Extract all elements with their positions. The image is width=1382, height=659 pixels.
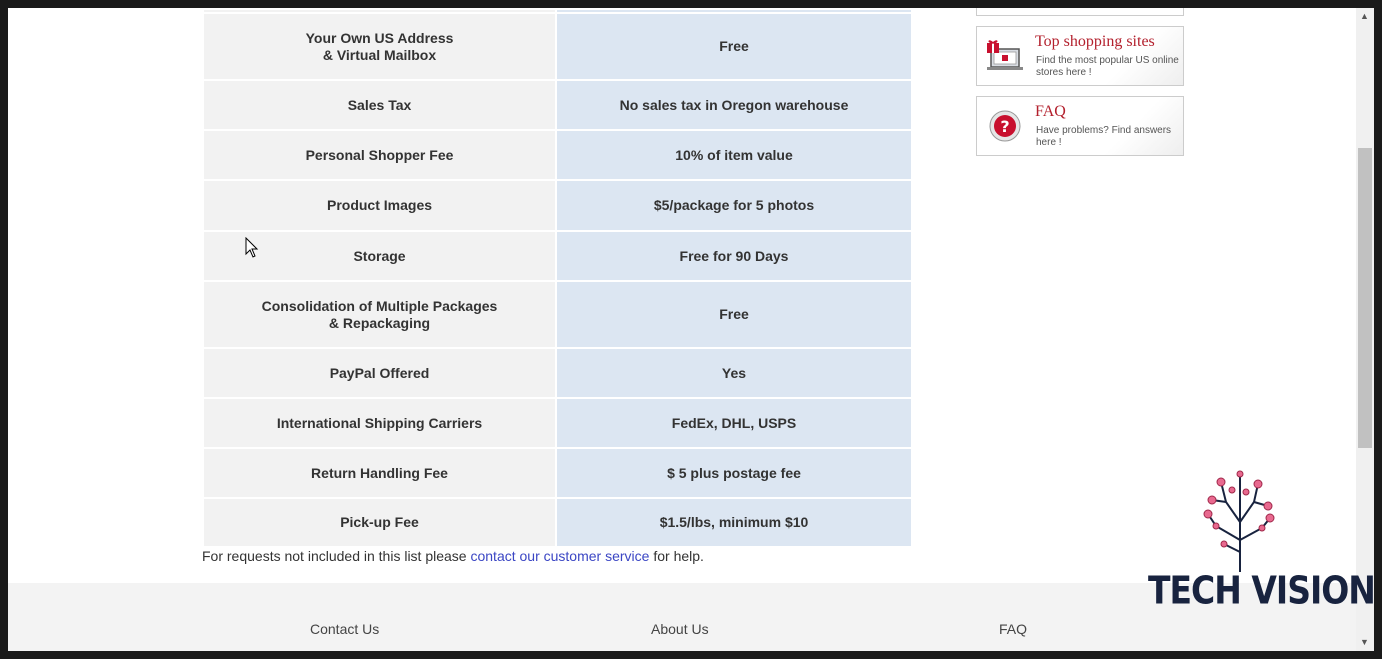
table-row: Storage Free for 90 Days	[202, 230, 913, 282]
row-label: Pick-up Fee	[202, 497, 557, 548]
row-label: Your Own US Address & Virtual Mailbox	[202, 12, 557, 81]
help-note: For requests not included in this list p…	[202, 548, 704, 564]
row-value: $ 5 plus postage fee	[555, 447, 913, 499]
table-row: Consolidation of Multiple Packages & Rep…	[202, 280, 913, 349]
row-value: $5/package for 5 photos	[555, 179, 913, 232]
row-label: Product Images	[202, 179, 557, 232]
fee-table: Your Own US Address & Virtual Mailbox Fr…	[202, 8, 913, 548]
table-row: International Shipping Carriers FedEx, D…	[202, 397, 913, 449]
row-value: Yes	[555, 347, 913, 399]
row-label: Return Handling Fee	[202, 447, 557, 499]
row-label: Consolidation of Multiple Packages & Rep…	[202, 280, 557, 349]
scrollbar-thumb[interactable]	[1358, 148, 1372, 448]
faq-title[interactable]: FAQ	[1035, 103, 1066, 121]
row-label: Sales Tax	[202, 79, 557, 131]
faq-box[interactable]: ? FAQ Have problems? Find answers here !	[976, 96, 1184, 156]
question-icon: ?	[989, 110, 1021, 142]
top-shopping-sites-desc: Find the most popular US online stores h…	[1036, 55, 1179, 78]
tech-vision-watermark-text: TECH VISION	[1148, 568, 1376, 613]
table-row: Return Handling Fee $ 5 plus postage fee	[202, 447, 913, 499]
row-value: $1.5/lbs, minimum $10	[555, 497, 913, 548]
tech-vision-tree-logo	[1203, 470, 1275, 572]
mouse-cursor-icon	[245, 237, 259, 258]
table-row: Product Images $5/package for 5 photos	[202, 179, 913, 232]
scroll-down-arrow-icon[interactable]: ▼	[1360, 637, 1369, 647]
table-row: Your Own US Address & Virtual Mailbox Fr…	[202, 12, 913, 81]
scroll-up-arrow-icon[interactable]: ▲	[1360, 11, 1369, 21]
row-value: FedEx, DHL, USPS	[555, 397, 913, 449]
row-value: 10% of item value	[555, 129, 913, 181]
table-row: PayPal Offered Yes	[202, 347, 913, 399]
row-label: Personal Shopper Fee	[202, 129, 557, 181]
row-label: PayPal Offered	[202, 347, 557, 399]
footer-faq-link[interactable]: FAQ	[999, 621, 1027, 637]
table-row: Sales Tax No sales tax in Oregon warehou…	[202, 79, 913, 131]
vertical-scrollbar[interactable]: ▲ ▼	[1356, 8, 1374, 651]
row-label: International Shipping Carriers	[202, 397, 557, 449]
contact-customer-service-link[interactable]: contact our customer service	[470, 548, 649, 564]
top-shopping-sites-box[interactable]: Top shopping sites Find the most popular…	[976, 26, 1184, 86]
row-value: No sales tax in Oregon warehouse	[555, 79, 913, 131]
table-row: Pick-up Fee $1.5/lbs, minimum $10	[202, 497, 913, 548]
footer-contact-us-link[interactable]: Contact Us	[310, 621, 379, 637]
table-row: Personal Shopper Fee 10% of item value	[202, 129, 913, 181]
footer-about-us-link[interactable]: About Us	[651, 621, 709, 637]
sidebar-box-partial[interactable]	[976, 8, 1184, 16]
laptop-gift-icon	[987, 40, 1023, 70]
help-note-text-end: for help.	[649, 548, 704, 564]
top-shopping-sites-title[interactable]: Top shopping sites	[1035, 33, 1155, 51]
row-value: Free for 90 Days	[555, 230, 913, 282]
row-value: Free	[555, 280, 913, 349]
faq-desc: Have problems? Find answers here !	[1036, 125, 1172, 148]
svg-text:?: ?	[1000, 117, 1009, 136]
row-value: Free	[555, 12, 913, 81]
help-note-text: For requests not included in this list p…	[202, 548, 471, 564]
